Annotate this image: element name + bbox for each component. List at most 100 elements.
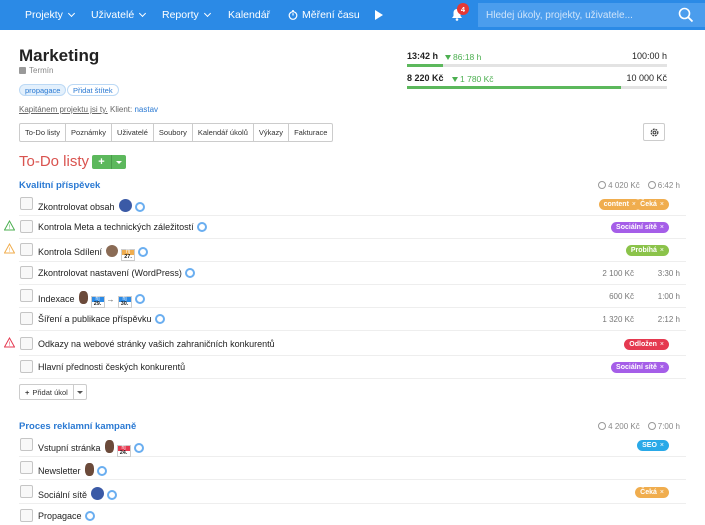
status-badge[interactable]: Odložen × [624,339,669,350]
calendar-icon [19,67,26,74]
remove-icon[interactable]: × [660,364,664,371]
tab-files[interactable]: Soubory [154,124,193,141]
list-title-ad-campaign[interactable]: Proces reklamní kampaně [19,421,136,432]
plus-icon[interactable]: + [92,155,112,169]
add-todo-list-button[interactable]: + [92,155,126,169]
avatar [84,463,94,476]
chevron-down-icon [203,9,211,18]
status-badge[interactable]: Čeká × [635,487,669,498]
progress-ring-icon[interactable] [134,202,145,212]
nav-users[interactable]: Uživatelé [91,9,147,21]
add-task-button[interactable]: + Přidat úkol [19,384,87,400]
set-client-link[interactable]: nastav [134,105,158,114]
tab-reports[interactable]: Výkazy [254,124,290,141]
task-row[interactable]: Sociální sítě Čeká × [19,481,686,504]
task-name[interactable]: Vstupní stránka říj 24. [38,440,144,457]
search-input[interactable] [486,7,666,23]
task-checkbox[interactable] [20,438,33,451]
remove-icon[interactable]: × [660,201,664,208]
task-name[interactable]: Propagace [38,511,95,521]
task-checkbox[interactable] [20,509,33,522]
task-row[interactable]: Hlavní přednosti českých konkurentů Soci… [19,356,686,379]
task-checkbox[interactable] [20,243,33,256]
nav-calendar[interactable]: Kalendář [228,9,270,21]
progress-ring-icon[interactable] [154,314,165,324]
task-checkbox[interactable] [20,197,33,210]
progress-ring-icon[interactable] [133,443,144,453]
task-row[interactable]: Zkontrolovat obsah content × Čeká × [19,193,686,216]
progress-ring-icon[interactable] [96,466,107,476]
task-row[interactable]: Indexace říj 29. → říj 30. 600 Kč 1:00 h [19,285,686,308]
task-name[interactable]: Newsletter [38,463,107,476]
money-icon [598,422,607,430]
tag-badge[interactable]: Sociální sítě × [611,222,669,233]
task-name[interactable]: Šíření a publikace příspěvku [38,314,165,324]
task-checkbox[interactable] [20,360,33,373]
remove-icon[interactable]: × [660,247,664,254]
tag-badge[interactable]: SEO × [637,440,669,451]
task-row[interactable]: ! Kontrola Meta a technických záležitost… [4,216,686,239]
task-name[interactable]: Kontrola Meta a technických záležitostí [38,222,207,232]
money-stats: 8 220 Kč 1 780 Kč 10 000 Kč [407,73,667,85]
tag-badge[interactable]: Sociální sítě × [611,362,669,373]
progress-ring-icon[interactable] [134,294,145,304]
tab-users[interactable]: Uživatelé [112,124,154,141]
tag-propagace[interactable]: propagace [19,84,67,96]
task-checkbox[interactable] [20,461,33,474]
progress-ring-icon[interactable] [196,222,207,232]
nav-reports[interactable]: Reporty [162,9,211,21]
task-name[interactable]: Kontrola Sdílení říj 27. [38,245,149,261]
task-row[interactable]: Newsletter [19,457,686,480]
task-name[interactable]: Zkontrolovat obsah [38,199,145,212]
task-name[interactable]: Hlavní přednosti českých konkurentů [38,362,185,372]
task-name[interactable]: Sociální sítě [38,487,118,500]
tab-invoicing[interactable]: Fakturace [289,124,332,141]
time-progress-fill [407,64,443,67]
task-checkbox[interactable] [20,485,33,498]
add-task-label[interactable]: + Přidat úkol [20,385,74,399]
nav-time-tracking[interactable]: Měření času [288,9,360,21]
remove-icon[interactable]: × [660,489,664,496]
search-icon[interactable] [678,7,694,23]
dropdown-toggle[interactable] [112,155,126,169]
task-checkbox[interactable] [20,289,33,302]
remove-icon[interactable]: × [660,442,664,449]
money-remaining: 1 780 Kč [452,74,494,84]
task-checkbox[interactable] [20,312,33,325]
task-checkbox[interactable] [20,220,33,233]
add-tag-button[interactable]: Přidat štítek [67,84,119,96]
nav-projects[interactable]: Projekty [25,9,75,21]
task-row[interactable]: Šíření a publikace příspěvku 1 320 Kč 2:… [19,308,686,331]
remove-icon[interactable]: × [660,341,664,348]
task-name[interactable]: Odkazy na webové stránky vašich zahranič… [38,339,275,349]
task-row[interactable]: ! Odkazy na webové stránky vašich zahran… [4,333,686,356]
status-badge[interactable]: Čeká × [635,199,669,210]
money-progress-track [407,86,667,89]
tab-notes[interactable]: Poznámky [66,124,113,141]
tab-todo-lists[interactable]: To-Do listy [20,124,67,141]
settings-button[interactable] [643,123,665,141]
task-row[interactable]: ! Kontrola Sdílení říj 27. Probíhá × [4,239,686,262]
avatar [104,440,114,453]
remove-icon[interactable]: × [660,224,664,231]
task-name[interactable]: Zkontrolovat nastavení (WordPress) [38,268,195,278]
task-checkbox[interactable] [20,266,33,279]
money-budget: 10 000 Kč [626,73,667,83]
deadline-label[interactable]: Termín [19,66,53,75]
list-title-quality-post[interactable]: Kvalitní příspěvek [19,180,100,191]
task-row[interactable]: Zkontrolovat nastavení (WordPress) 2 100… [19,262,686,285]
progress-ring-icon[interactable] [138,247,149,257]
task-row[interactable]: Vstupní stránka říj 24. SEO × [19,434,686,457]
progress-ring-icon[interactable] [107,490,118,500]
tab-task-calendar[interactable]: Kalendář úkolů [193,124,254,141]
progress-ring-icon[interactable] [184,268,195,278]
task-row[interactable]: Propagace [19,505,686,525]
project-title: Marketing [19,46,100,65]
task-checkbox[interactable] [20,337,33,350]
play-timer-icon[interactable] [375,10,383,20]
progress-ring-icon[interactable] [84,511,95,521]
status-badge[interactable]: Probíhá × [625,245,669,256]
add-task-dropdown[interactable] [74,385,86,399]
task-name[interactable]: Indexace říj 29. → říj 30. [38,291,145,308]
avatar [106,245,119,257]
